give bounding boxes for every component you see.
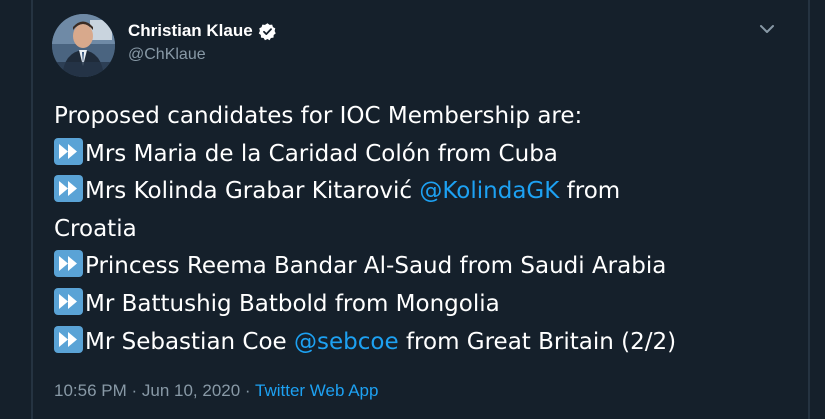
fast-forward-emoji-icon bbox=[54, 250, 83, 278]
candidate-line-continued: Croatia bbox=[54, 215, 137, 242]
candidate-text: Mr Sebastian Coe bbox=[85, 328, 295, 355]
candidate-text: Mrs Maria de la Caridad Colón from Cuba bbox=[85, 140, 558, 167]
timeline-right-border bbox=[808, 0, 810, 419]
candidate-line: Mr Battushig Batbold from Mongolia bbox=[54, 286, 799, 324]
chevron-down-icon[interactable] bbox=[756, 21, 778, 37]
verified-badge-icon bbox=[258, 22, 277, 41]
tweet-source-link[interactable]: Twitter Web App bbox=[255, 381, 378, 400]
fast-forward-emoji-icon bbox=[54, 175, 83, 203]
tweet-date[interactable]: Jun 10, 2020 bbox=[142, 381, 240, 400]
author-handle[interactable]: @ChKlaue bbox=[128, 46, 206, 64]
candidate-text: from bbox=[559, 178, 621, 205]
fast-forward-emoji-icon bbox=[54, 137, 83, 165]
candidate-line: Mr Sebastian Coe @sebcoe from Great Brit… bbox=[54, 324, 799, 362]
avatar-photo bbox=[52, 14, 115, 77]
candidate-line: Mrs Kolinda Grabar Kitarović @KolindaGK … bbox=[54, 173, 799, 211]
author-name[interactable]: Christian Klaue bbox=[128, 21, 253, 41]
avatar[interactable] bbox=[52, 14, 115, 77]
candidate-text: Mr Battushig Batbold from Mongolia bbox=[85, 290, 500, 317]
meta-separator: · bbox=[126, 381, 142, 400]
candidate-text: Mrs Kolinda Grabar Kitarović bbox=[85, 178, 420, 205]
meta-separator: · bbox=[240, 381, 255, 400]
mention-link[interactable]: @sebcoe bbox=[294, 329, 399, 355]
author-name-row[interactable]: Christian Klaue bbox=[128, 21, 277, 41]
timeline-left-border bbox=[31, 0, 33, 419]
mention-link[interactable]: @KolindaGK bbox=[419, 178, 559, 204]
tweet-meta: 10:56 PM · Jun 10, 2020 · Twitter Web Ap… bbox=[54, 381, 378, 401]
tweet-intro: Proposed candidates for IOC Membership a… bbox=[54, 103, 583, 129]
candidate-text: from Great Britain (2/2) bbox=[398, 328, 677, 355]
tweet-text: Proposed candidates for IOC Membership a… bbox=[54, 98, 799, 361]
fast-forward-emoji-icon bbox=[54, 287, 83, 315]
tweet-time[interactable]: 10:56 PM bbox=[54, 381, 127, 400]
fast-forward-emoji-icon bbox=[54, 325, 83, 353]
candidate-line: Mrs Maria de la Caridad Colón from Cuba bbox=[54, 136, 799, 174]
tweet-card: Christian Klaue @ChKlaue Proposed candid… bbox=[0, 0, 825, 419]
candidate-line: Princess Reema Bandar Al-Saud from Saudi… bbox=[54, 248, 799, 286]
candidate-text: Princess Reema Bandar Al-Saud from Saudi… bbox=[85, 253, 667, 280]
